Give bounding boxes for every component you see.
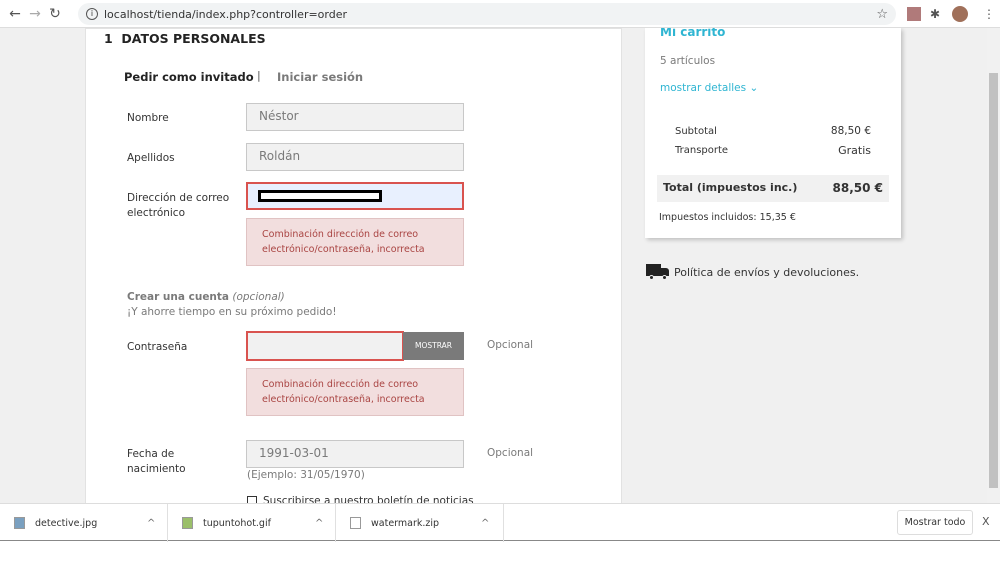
password-error: Combinación dirección de correo electrón… bbox=[246, 368, 464, 416]
shipping-policy[interactable]: Política de envíos y devoluciones. bbox=[646, 264, 859, 280]
redacted-email bbox=[258, 190, 382, 202]
download-filename: watermark.zip bbox=[371, 517, 440, 529]
url-text: localhost/tienda/index.php?controller=or… bbox=[104, 7, 348, 21]
password-input[interactable] bbox=[246, 331, 404, 361]
surname-label: Apellidos bbox=[127, 152, 175, 164]
reload-icon[interactable]: ↻ bbox=[45, 6, 65, 22]
email-error: Combinación dirección de correo electrón… bbox=[246, 218, 464, 266]
shipping-policy-text: Política de envíos y devoluciones. bbox=[674, 265, 860, 279]
browser-toolbar: ← → ↻ i localhost/tienda/index.php?contr… bbox=[0, 0, 1000, 28]
tab-guest[interactable]: Pedir como invitado bbox=[124, 70, 254, 84]
chevron-up-icon[interactable]: ^ bbox=[147, 518, 155, 529]
back-icon[interactable]: ← bbox=[5, 6, 25, 22]
chevron-up-icon[interactable]: ^ bbox=[481, 518, 489, 529]
name-label: Nombre bbox=[127, 112, 169, 124]
chevron-up-icon[interactable]: ^ bbox=[315, 518, 323, 529]
download-filename: detective.jpg bbox=[35, 517, 98, 529]
email-input[interactable] bbox=[246, 182, 464, 210]
menu-icon[interactable]: ⋮ bbox=[983, 7, 997, 21]
file-icon bbox=[350, 517, 361, 529]
download-item[interactable]: detective.jpg ^ bbox=[0, 504, 168, 542]
tab-login[interactable]: Iniciar sesión bbox=[277, 70, 363, 84]
image-file-icon bbox=[182, 517, 193, 529]
download-filename: tupuntohot.gif bbox=[203, 517, 271, 529]
birthdate-optional: Opcional bbox=[487, 447, 534, 459]
subtotal-value: 88,50 € bbox=[830, 125, 871, 137]
forward-icon[interactable]: → bbox=[25, 6, 45, 22]
subtotal-label: Subtotal bbox=[675, 126, 717, 137]
total-value: 88,50 € bbox=[832, 181, 883, 195]
newsletter-checkbox[interactable] bbox=[247, 496, 257, 503]
shipping-value: Gratis bbox=[838, 144, 871, 157]
cart-title: Mi carrito bbox=[660, 28, 726, 39]
surname-input[interactable]: Roldán bbox=[246, 143, 464, 171]
section-title: 1 DATOS PERSONALES bbox=[104, 31, 266, 46]
personal-data-section: 1 DATOS PERSONALES Pedir como invitado |… bbox=[85, 28, 622, 503]
newsletter-option[interactable]: Suscribirse a nuestro boletín de noticia… bbox=[247, 495, 474, 503]
avatar[interactable] bbox=[952, 6, 968, 22]
password-label: Contraseña bbox=[127, 341, 188, 353]
scrollbar-thumb[interactable] bbox=[989, 73, 998, 488]
downloads-bar: detective.jpg ^ tupuntohot.gif ^ waterma… bbox=[0, 503, 1000, 542]
save-time-text: ¡Y ahorre tiempo en su próximo pedido! bbox=[127, 306, 337, 318]
name-input[interactable]: Néstor bbox=[246, 103, 464, 131]
extensions-icon[interactable]: ✱ bbox=[930, 7, 944, 21]
close-downloads-button[interactable]: X bbox=[982, 515, 990, 528]
cart-summary: Mi carrito 5 artículos mostrar detalles … bbox=[645, 28, 901, 238]
truck-icon bbox=[646, 264, 670, 280]
scrollbar[interactable] bbox=[987, 28, 1000, 503]
pdf-extension-icon[interactable] bbox=[907, 7, 921, 21]
birthdate-example: (Ejemplo: 31/05/1970) bbox=[247, 469, 365, 481]
taxes-text: Impuestos incluidos: 15,35 € bbox=[659, 212, 796, 223]
show-password-button[interactable]: MOSTRAR bbox=[403, 332, 464, 360]
total-row: Total (impuestos inc.) 88,50 € bbox=[657, 175, 889, 202]
show-details-link[interactable]: mostrar detalles ⌄ bbox=[660, 82, 758, 94]
download-item[interactable]: tupuntohot.gif ^ bbox=[168, 504, 336, 542]
cart-items-count: 5 artículos bbox=[660, 55, 716, 67]
page-content: 1 DATOS PERSONALES Pedir como invitado |… bbox=[0, 28, 987, 503]
download-item[interactable]: watermark.zip ^ bbox=[336, 504, 504, 542]
birthdate-input[interactable]: 1991-03-01 bbox=[246, 440, 464, 468]
create-account-heading: Crear una cuenta (opcional) bbox=[127, 291, 285, 303]
image-file-icon bbox=[14, 517, 25, 529]
birthdate-label: Fecha de nacimiento bbox=[127, 448, 186, 475]
tab-separator: | bbox=[257, 69, 261, 82]
info-icon[interactable]: i bbox=[86, 8, 98, 20]
newsletter-label: Suscribirse a nuestro boletín de noticia… bbox=[263, 495, 474, 503]
show-all-button[interactable]: Mostrar todo bbox=[897, 510, 973, 535]
address-bar[interactable]: i localhost/tienda/index.php?controller=… bbox=[78, 3, 896, 25]
password-optional: Opcional bbox=[487, 339, 534, 351]
total-label: Total (impuestos inc.) bbox=[663, 181, 798, 194]
shipping-label: Transporte bbox=[675, 145, 729, 156]
chevron-down-icon: ⌄ bbox=[749, 82, 759, 94]
email-label: Dirección de correo electrónico bbox=[127, 192, 230, 219]
star-icon[interactable]: ☆ bbox=[876, 7, 888, 22]
